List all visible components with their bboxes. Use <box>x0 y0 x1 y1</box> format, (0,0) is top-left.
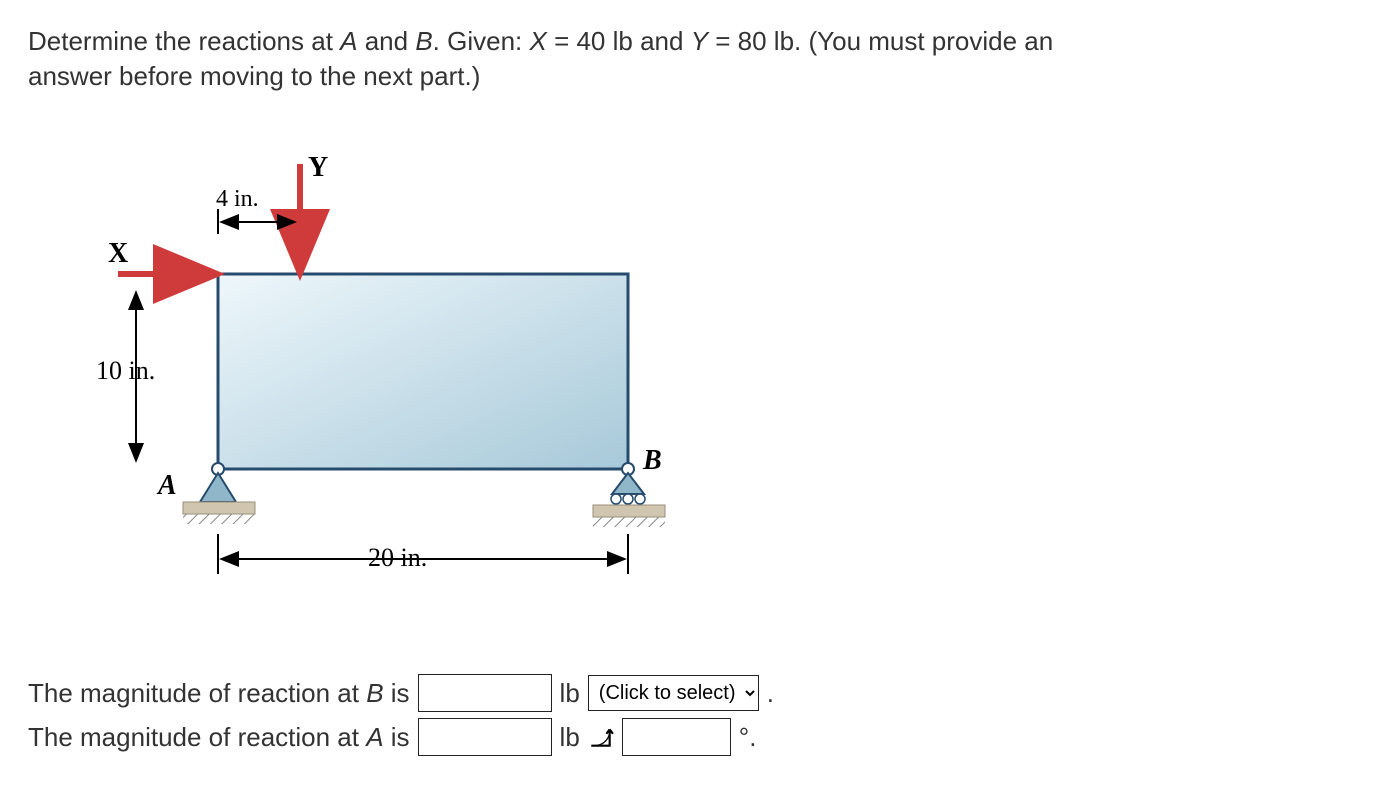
label-Y: Y <box>308 152 328 183</box>
problem-statement: Determine the reactions at A and B. Give… <box>28 24 1128 94</box>
answer-line-A: The magnitude of reaction at A is lb °. <box>28 718 1356 756</box>
dim-20in: 20 in. <box>368 543 427 572</box>
var-A: A <box>340 26 357 56</box>
var-X: X <box>530 26 547 56</box>
reaction-A-angle-input[interactable] <box>622 718 731 756</box>
angle-icon <box>588 724 614 750</box>
text: The magnitude of reaction at B is <box>28 676 410 711</box>
var-Y: Y <box>691 26 708 56</box>
reaction-A-input[interactable] <box>418 718 552 756</box>
reaction-B-direction-select[interactable]: (Click to select) <box>588 675 759 711</box>
text: Determine the reactions at <box>28 26 340 56</box>
label-B: B <box>642 445 662 476</box>
var-B: B <box>415 26 432 56</box>
deg-suffix: °. <box>739 720 757 755</box>
beam-diagram: X Y 4 in. 10 in. 20 in. A B <box>68 134 708 614</box>
unit-lb: lb <box>560 676 580 711</box>
text: . Given: <box>433 26 530 56</box>
text: = 40 lb and <box>547 26 691 56</box>
label-A: A <box>156 470 177 501</box>
dim-10in: 10 in. <box>96 356 155 385</box>
label-X: X <box>108 238 128 269</box>
answer-block: The magnitude of reaction at B is lb (Cl… <box>28 674 1356 756</box>
reaction-B-input[interactable] <box>418 674 552 712</box>
text: The magnitude of reaction at A is <box>28 720 410 755</box>
text: and <box>358 26 416 56</box>
answer-line-B: The magnitude of reaction at B is lb (Cl… <box>28 674 1356 712</box>
dim-4in: 4 in. <box>216 186 259 212</box>
unit-lb: lb <box>560 720 580 755</box>
period: . <box>767 676 774 711</box>
